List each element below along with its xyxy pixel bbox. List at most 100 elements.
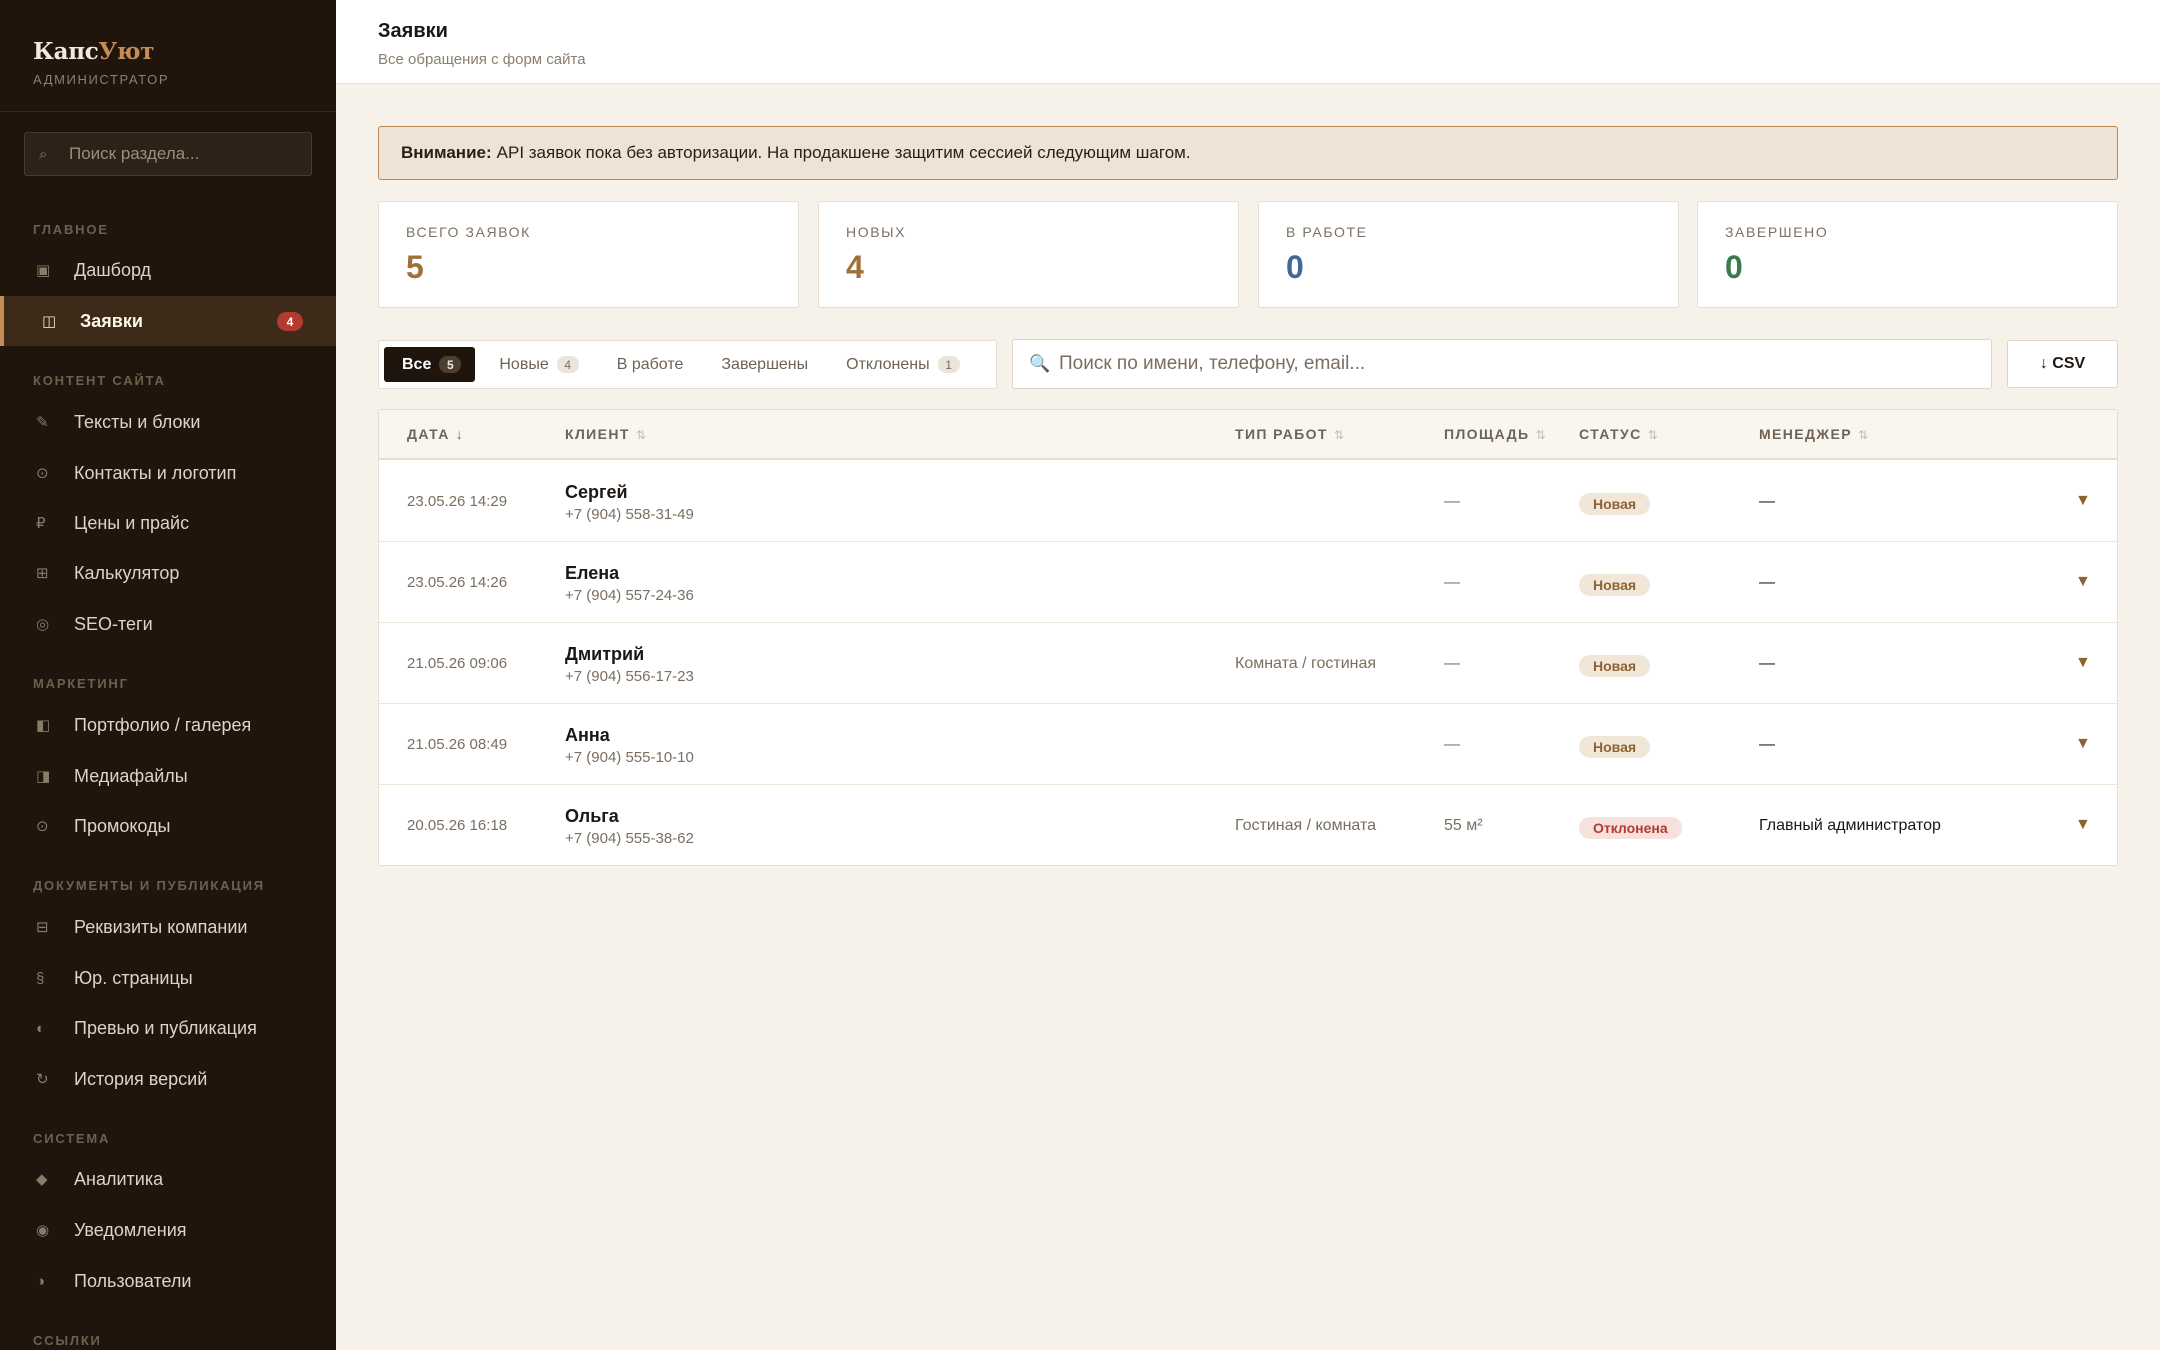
stat-label: ВСЕГО ЗАЯВОК (406, 224, 531, 240)
sort-icon: ⇅ (1857, 428, 1869, 442)
column-status[interactable]: СТАТУС ⇅ (1579, 426, 1658, 442)
export-csv-button[interactable]: ↓ CSV (2007, 340, 2118, 388)
row-date: 21.05.26 09:06 (407, 655, 508, 672)
sidebar-item-requests[interactable]: ◫ Заявки 4 (0, 296, 336, 346)
sidebar-item-label: Реквизиты компании (74, 916, 248, 937)
nav-section-system: СИСТЕМА (33, 1131, 111, 1146)
promo-icon: ⊙ (36, 818, 49, 835)
sidebar: КапсУют АДМИНИСТРАТОР ⌕ ГЛАВНОЕ ▣ Дашборд… (0, 0, 336, 1350)
stat-card-total: ВСЕГО ЗАЯВОК 5 (378, 201, 799, 308)
sidebar-search-input[interactable] (69, 144, 299, 164)
request-search-input[interactable] (1059, 353, 1959, 375)
table-row[interactable]: 21.05.26 08:49 Анна +7 (904) 555-10-10 —… (379, 704, 2117, 785)
tab-count: 1 (937, 356, 960, 373)
tab-in-progress[interactable]: В работе (599, 347, 698, 382)
sidebar-item-preview[interactable]: ◐ Превью и публикация (0, 1003, 336, 1053)
search-icon: 🔍 (1029, 354, 1051, 373)
table-row[interactable]: 23.05.26 14:26 Елена +7 (904) 557-24-36 … (379, 542, 2117, 623)
sidebar-item-promo[interactable]: ⊙ Промокоды (0, 801, 336, 851)
table-header: ДАТА ↓ КЛИЕНТ ⇅ ТИП РАБОТ ⇅ ПЛОЩАДЬ ⇅ СТАТУС… (379, 410, 2117, 460)
media-icon: ◨ (36, 768, 51, 785)
brand-logo[interactable]: КапсУют (33, 38, 336, 65)
requests-table: ДАТА ↓ КЛИЕНТ ⇅ ТИП РАБОТ ⇅ ПЛОЩАДЬ ⇅ СТАТУС… (378, 409, 2118, 866)
sort-icon: ⇅ (1647, 428, 1658, 442)
sidebar-item-texts[interactable]: ✎ Тексты и блоки (0, 397, 336, 447)
sidebar-item-label: Аналитика (74, 1168, 164, 1189)
sidebar-item-company[interactable]: ⊟ Реквизиты компании (0, 902, 336, 952)
sidebar-item-prices[interactable]: ₽ Цены и прайс (0, 498, 336, 548)
expand-row-icon[interactable]: ▼ (2075, 735, 2091, 753)
stat-value: 5 (406, 249, 424, 285)
status-filter-tabs: Все 5 Новые 4 В работе Завершены Отклонены… (378, 340, 997, 389)
manager: — (1759, 655, 1775, 672)
sidebar-item-label: История версий (74, 1068, 208, 1089)
tab-count: 4 (556, 356, 579, 373)
table-row[interactable]: 23.05.26 14:29 Сергей +7 (904) 558-31-49… (379, 461, 2117, 542)
sidebar-item-label: Превью и публикация (74, 1017, 257, 1038)
brand-role: АДМИНИСТРАТОР (33, 72, 170, 87)
sidebar-item-portfolio[interactable]: ◧ Портфолио / галерея (0, 700, 336, 750)
expand-row-icon[interactable]: ▼ (2075, 492, 2091, 510)
client-phone: +7 (904) 555-10-10 (565, 749, 694, 766)
sidebar-item-label: Портфолио / галерея (74, 714, 252, 735)
company-icon: ⊟ (36, 919, 49, 936)
analytics-icon: ◆ (36, 1171, 48, 1188)
work-type: Комната / гостиная (1235, 655, 1377, 672)
table-row[interactable]: 21.05.26 09:06 Дмитрий +7 (904) 556-17-2… (379, 623, 2117, 704)
sidebar-item-seo[interactable]: ◎ SEO-теги (0, 599, 336, 649)
warning-text: API заявок пока без авторизации. На прод… (496, 143, 1191, 162)
tab-completed[interactable]: Завершены (703, 347, 822, 382)
sidebar-item-analytics[interactable]: ◆ Аналитика (0, 1154, 336, 1204)
stat-label: ЗАВЕРШЕНО (1725, 224, 1829, 240)
client-name: Ольга (565, 806, 619, 826)
work-type: Гостиная / комната (1235, 817, 1376, 834)
sidebar-item-label: Медиафайлы (74, 765, 188, 786)
sidebar-item-label: Пользователи (74, 1270, 192, 1291)
sidebar-item-notifications[interactable]: ◉ Уведомления (0, 1205, 336, 1255)
stat-value: 0 (1725, 249, 1743, 285)
stat-value: 0 (1286, 249, 1304, 285)
sidebar-item-label: Промокоды (74, 815, 171, 836)
nav-section-marketing: МАРКЕТИНГ (33, 676, 129, 691)
stat-label: В РАБОТЕ (1286, 224, 1368, 240)
sidebar-item-media[interactable]: ◨ Медиафайлы (0, 751, 336, 801)
stat-card-in-progress: В РАБОТЕ 0 (1258, 201, 1679, 308)
table-search: 🔍 (1012, 339, 1992, 389)
column-work-type[interactable]: ТИП РАБОТ ⇅ (1235, 426, 1344, 442)
area: — (1444, 574, 1460, 591)
tab-rejected[interactable]: Отклонены 1 (828, 347, 973, 382)
expand-row-icon[interactable]: ▼ (2075, 654, 2091, 672)
nav-section-content: КОНТЕНТ САЙТА (33, 373, 166, 388)
tab-new[interactable]: Новые 4 (481, 347, 592, 382)
search-icon: ⌕ (39, 145, 48, 163)
sidebar-item-contacts[interactable]: ⊙ Контакты и логотип (0, 448, 336, 498)
sidebar-item-legal[interactable]: § Юр. страницы (0, 953, 336, 1003)
expand-row-icon[interactable]: ▼ (2075, 573, 2091, 591)
sidebar-item-label: Юр. страницы (74, 967, 193, 988)
column-client[interactable]: КЛИЕНТ ⇅ (565, 426, 646, 442)
area: — (1444, 655, 1460, 672)
status-badge: Отклонена (1579, 817, 1682, 839)
tab-count: 5 (439, 356, 462, 373)
sidebar-item-calculator[interactable]: ⊞ Калькулятор (0, 548, 336, 598)
sidebar-item-history[interactable]: ↻ История версий (0, 1054, 336, 1104)
column-area[interactable]: ПЛОЩАДЬ ⇅ (1444, 426, 1546, 442)
sidebar-item-label: Калькулятор (74, 562, 180, 583)
sidebar-item-users[interactable]: ◑ Пользователи (0, 1256, 336, 1306)
expand-row-icon[interactable]: ▼ (2075, 816, 2091, 834)
column-manager[interactable]: МЕНЕДЖЕР ⇅ (1759, 426, 1868, 442)
sidebar-item-dashboard[interactable]: ▣ Дашборд (0, 245, 336, 295)
status-badge: Новая (1579, 655, 1651, 677)
sidebar-item-label: Контакты и логотип (74, 462, 237, 483)
row-date: 20.05.26 16:18 (407, 817, 508, 834)
manager: — (1759, 574, 1775, 591)
client-phone: +7 (904) 557-24-36 (565, 587, 694, 604)
column-date[interactable]: ДАТА ↓ (407, 426, 463, 442)
tab-all[interactable]: Все 5 (384, 347, 476, 382)
requests-icon: ◫ (42, 313, 57, 330)
users-icon: ◑ (36, 1272, 46, 1290)
sort-icon: ⇅ (1535, 428, 1546, 442)
table-row[interactable]: 20.05.26 16:18 Ольга +7 (904) 555-38-62 … (379, 785, 2117, 866)
client-phone: +7 (904) 555-38-62 (565, 830, 694, 847)
page-title: Заявки (378, 20, 448, 42)
